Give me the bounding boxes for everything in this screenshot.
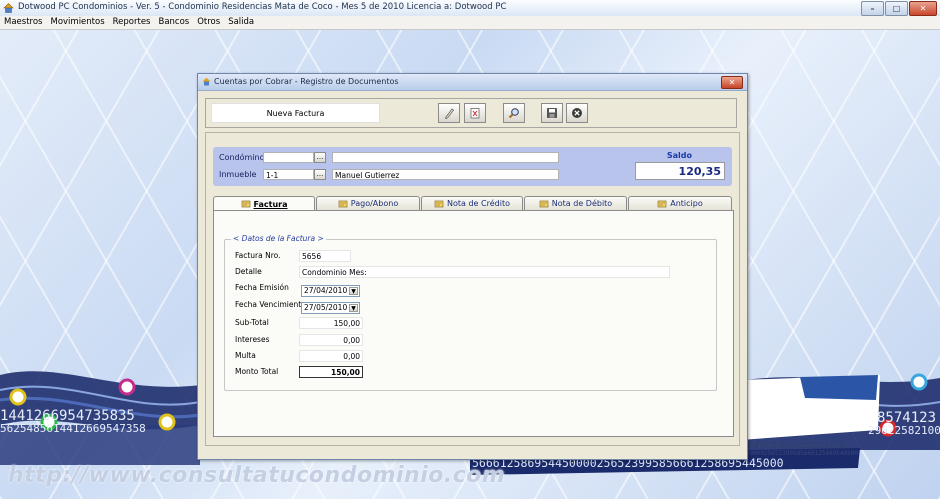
factura-nro-label: Factura Nro. xyxy=(235,251,281,260)
dialog-close-button[interactable]: ✕ xyxy=(721,76,743,89)
inmueble-name-field[interactable]: Manuel Gutierrez xyxy=(332,169,559,180)
maximize-button[interactable]: □ xyxy=(885,1,908,16)
fecha-emision-value: 27/04/2010 xyxy=(304,286,348,295)
fecha-emision-label: Fecha Emisión xyxy=(235,283,289,292)
document-hand-icon xyxy=(539,200,549,207)
close-icon: ✕ xyxy=(728,78,736,87)
monto-total-label: Monto Total xyxy=(235,367,279,376)
condominio-code-field[interactable] xyxy=(263,152,314,163)
search-icon xyxy=(508,108,519,119)
cancel-icon xyxy=(572,108,582,118)
document-hand-icon xyxy=(338,200,348,207)
tab-label: Nota de Crédito xyxy=(447,199,510,208)
tab-page-factura: < Datos de la Factura > Factura Nro. 565… xyxy=(213,210,734,437)
site-label: www.dotwoodpc.com xyxy=(744,440,846,451)
tab-nota-credito[interactable]: Nota de Crédito xyxy=(421,196,523,210)
minimize-button[interactable]: – xyxy=(861,1,884,16)
tab-label: Factura xyxy=(253,199,288,209)
subtotal-label: Sub-Total xyxy=(235,318,269,327)
document-hand-icon xyxy=(657,200,667,207)
minimize-icon: – xyxy=(870,4,875,13)
documents-dialog: Cuentas por Cobrar - Registro de Documen… xyxy=(197,73,748,460)
dialog-title-bar: Cuentas por Cobrar - Registro de Documen… xyxy=(198,74,747,91)
delete-icon xyxy=(470,108,480,119)
app-title: Dotwood PC Condominios - Ver. 5 - Condom… xyxy=(18,2,507,12)
content-panel: Condómino ... Inmueble 1-1 ... Manuel Gu… xyxy=(205,132,740,446)
owner-info-panel: Condómino ... Inmueble 1-1 ... Manuel Gu… xyxy=(213,147,732,186)
save-icon xyxy=(547,108,557,118)
inmueble-label: Inmueble xyxy=(219,170,257,179)
menu-movimientos[interactable]: Movimientos xyxy=(46,16,108,29)
search-button[interactable] xyxy=(503,103,525,123)
fecha-emision-picker[interactable]: 27/04/2010 ▼ xyxy=(301,285,360,297)
version-badge: 5.0 www.dotwoodpc.com xyxy=(738,400,878,472)
menu-salida[interactable]: Salida xyxy=(224,16,258,29)
document-tabs: Factura Pago/Abono Nota de Crédito Nota … xyxy=(213,196,732,211)
url-watermark: http://www.consultatucondominio.com xyxy=(8,463,506,488)
tab-factura[interactable]: Factura xyxy=(213,196,315,211)
pencil-icon xyxy=(444,108,454,119)
fecha-vencimiento-label: Fecha Vencimiento xyxy=(235,300,306,309)
intereses-label: Intereses xyxy=(235,335,270,344)
saldo-value: 120,35 xyxy=(635,162,725,180)
multa-input[interactable]: 0,00 xyxy=(299,350,363,362)
cancel-button[interactable] xyxy=(566,103,588,123)
intereses-input[interactable]: 0,00 xyxy=(299,334,363,346)
tab-label: Anticipo xyxy=(670,199,703,208)
close-button[interactable]: ✕ xyxy=(909,1,937,16)
menu-reportes[interactable]: Reportes xyxy=(109,16,155,29)
delete-button[interactable] xyxy=(464,103,486,123)
app-title-bar: Dotwood PC Condominios - Ver. 5 - Condom… xyxy=(0,0,940,17)
menu-bar: Maestros Movimientos Reportes Bancos Otr… xyxy=(0,16,940,30)
edit-button[interactable] xyxy=(438,103,460,123)
document-hand-icon xyxy=(434,200,444,207)
house-icon xyxy=(3,3,14,13)
inmueble-code-field[interactable]: 1-1 xyxy=(263,169,314,180)
chevron-down-icon[interactable]: ▼ xyxy=(349,287,358,295)
toolbar-panel: Nueva Factura xyxy=(205,98,737,128)
digits-decor-2: 5625485614412669547358 xyxy=(0,422,146,435)
detalle-input[interactable]: Condominio Mes: xyxy=(299,266,670,278)
menu-bancos[interactable]: Bancos xyxy=(154,16,193,29)
fecha-vencimiento-picker[interactable]: 27/05/2010 ▼ xyxy=(301,302,360,314)
document-hand-icon xyxy=(241,200,250,208)
house-icon xyxy=(202,77,211,86)
menu-otros[interactable]: Otros xyxy=(193,16,224,29)
document-type-label: Nueva Factura xyxy=(211,103,380,123)
save-button[interactable] xyxy=(541,103,563,123)
subtotal-input[interactable]: 150,00 xyxy=(299,317,363,329)
window-controls: – □ ✕ xyxy=(861,1,937,16)
maximize-icon: □ xyxy=(892,4,901,13)
tab-label: Pago/Abono xyxy=(350,199,399,208)
close-icon: ✕ xyxy=(919,4,927,13)
group-title: < Datos de la Factura > xyxy=(231,234,326,243)
tab-label: Nota de Débito xyxy=(551,199,613,208)
version-label: 5.0 xyxy=(833,404,864,424)
condominio-label: Condómino xyxy=(219,153,265,162)
condominio-name-field[interactable] xyxy=(332,152,559,163)
multa-label: Multa xyxy=(235,351,256,360)
tab-nota-debito[interactable]: Nota de Débito xyxy=(524,196,627,210)
factura-nro-input[interactable]: 5656 xyxy=(299,250,351,262)
fecha-vencimiento-value: 27/05/2010 xyxy=(304,303,348,312)
saldo-label: Saldo xyxy=(666,151,692,160)
condominio-lookup-button[interactable]: ... xyxy=(314,152,326,163)
digits-decor-4: 29022582100 xyxy=(868,424,940,437)
chevron-down-icon[interactable]: ▼ xyxy=(349,304,358,312)
dialog-title: Cuentas por Cobrar - Registro de Documen… xyxy=(214,77,399,86)
monto-total-value: 150,00 xyxy=(299,366,363,378)
tab-anticipo[interactable]: Anticipo xyxy=(628,196,732,210)
tab-pago-abono[interactable]: Pago/Abono xyxy=(316,196,420,210)
menu-maestros[interactable]: Maestros xyxy=(0,16,46,29)
invoice-data-group: < Datos de la Factura > Factura Nro. 565… xyxy=(224,234,717,391)
detalle-label: Detalle xyxy=(235,267,262,276)
inmueble-lookup-button[interactable]: ... xyxy=(314,169,326,180)
